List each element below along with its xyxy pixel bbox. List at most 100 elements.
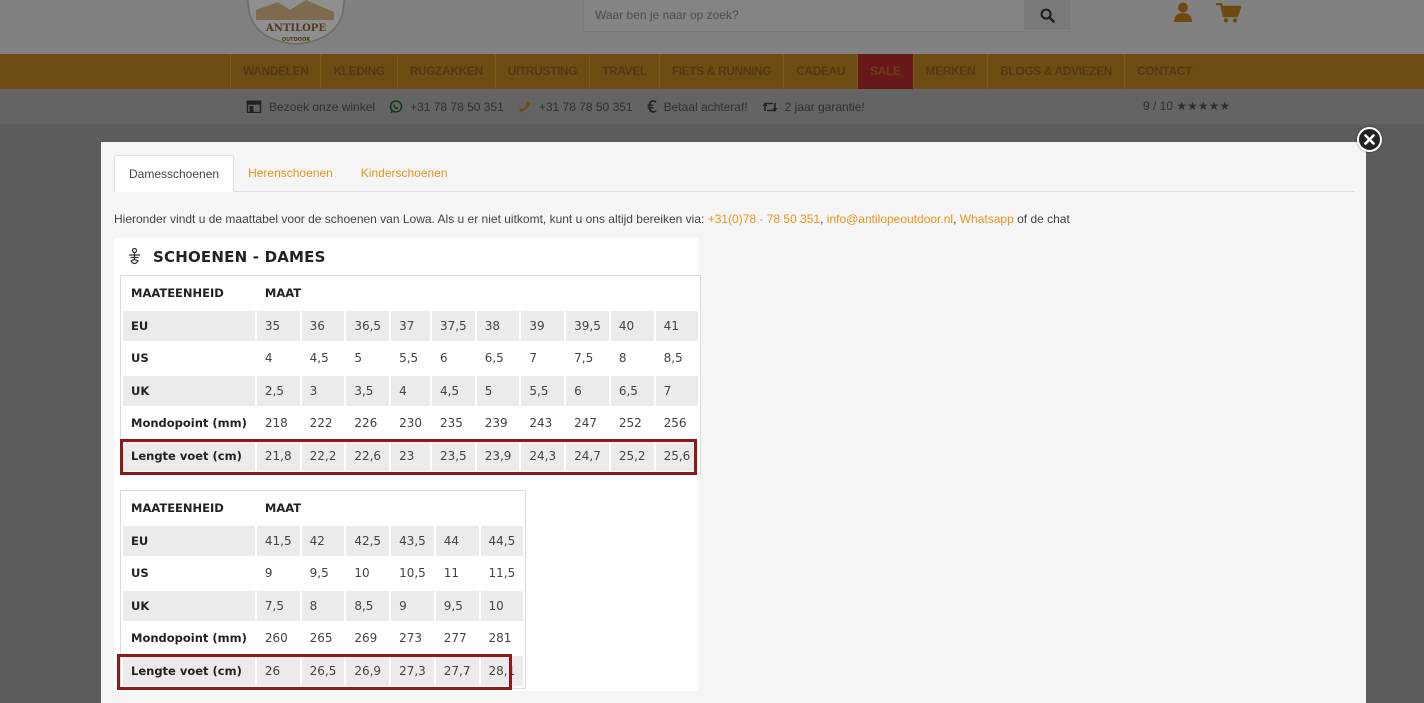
size-cell: 41,5 <box>256 525 300 556</box>
size-cell: 265 <box>309 631 333 646</box>
size-cell: 9,5 <box>435 590 479 621</box>
nav-item-wandelen[interactable]: WANDELEN <box>230 54 320 89</box>
size-cell: 22,6 <box>346 440 390 471</box>
nav-item-contact[interactable]: CONTACT <box>1123 54 1204 89</box>
nav-item-uitrusting[interactable]: UITRUSTING <box>494 54 589 89</box>
table-row-us: US 9 9,5 10 10,5 11 11,5 <box>123 558 523 589</box>
search-input[interactable] <box>584 0 1024 30</box>
size-cell: 27,7 <box>435 655 479 686</box>
size-chart-intro: Hieronder vindt u de maattabel voor de s… <box>114 212 1070 226</box>
nav-item-cadeau[interactable]: CADEAU <box>783 54 857 89</box>
usp-whatsapp-label: +31 78 78 50 351 <box>410 99 504 114</box>
usp-store-label: Bezoek onze winkel <box>269 99 376 114</box>
close-icon <box>1364 134 1375 145</box>
header-unit: MAATEENHEID <box>131 286 224 301</box>
size-cell: 8,5 <box>663 351 683 366</box>
size-cell: 35 <box>256 310 300 341</box>
size-cell: 11,5 <box>488 566 516 581</box>
email-link[interactable]: info@antilopeoutdoor.nl <box>827 212 953 226</box>
section-title-text: SCHOENEN - DAMES <box>153 248 326 266</box>
whatsapp-link[interactable]: Whatsapp <box>960 212 1014 226</box>
size-cell: 28,1 <box>480 655 524 686</box>
size-cell: 277 <box>443 631 467 646</box>
size-cell: 38 <box>476 310 520 341</box>
logo-sub-text: OUTDOOR <box>282 37 310 43</box>
nav-item-blogs-adviezen[interactable]: BLOGS & ADVIEZEN <box>987 54 1124 89</box>
intro-separator-2: , <box>953 212 960 226</box>
size-cell: 10 <box>354 566 370 581</box>
size-table-1: MAATEENHEID MAAT EU 35 36 36,5 37 37,5 3… <box>120 275 702 474</box>
usp-whatsapp[interactable]: +31 78 78 50 351 <box>389 100 504 114</box>
size-cell: 239 <box>484 416 508 431</box>
size-cell: 26,9 <box>346 655 390 686</box>
usp-store[interactable]: Bezoek onze winkel <box>246 100 375 114</box>
phone-link[interactable]: +31(0)78 - 78 50 351 <box>708 212 820 226</box>
intro-tail: of de chat <box>1013 212 1070 226</box>
modal-close-button[interactable] <box>1357 127 1382 152</box>
size-cell: 218 <box>264 416 288 431</box>
size-cell: 5 <box>354 351 362 366</box>
size-cell: 243 <box>529 416 553 431</box>
usp-phone[interactable]: +31 78 78 50 351 <box>518 100 633 114</box>
size-cell: 44 <box>435 525 479 556</box>
size-cell: 7 <box>655 375 699 406</box>
size-table-2: MAATEENHEID MAAT EU 41,5 42 42,5 43,5 44… <box>120 490 527 689</box>
usp-list: Bezoek onze winkel +31 78 78 50 351 +31 … <box>246 89 879 124</box>
size-cell: 21,8 <box>256 440 300 471</box>
table-header-row: MAATEENHEID MAAT <box>123 278 698 309</box>
nav-item-fiets-running[interactable]: FIETS & RUNNING <box>658 54 783 89</box>
nav-item-travel[interactable]: TRAVEL <box>589 54 659 89</box>
shoe-type-tabs: Damesschoenen Herenschoenen Kinderschoen… <box>114 155 1354 192</box>
size-cell: 7 <box>529 351 538 366</box>
size-cell: 9 <box>391 590 434 621</box>
nav-item-merken[interactable]: MERKEN <box>912 54 988 89</box>
main-nav: WANDELEN KLEDING RUGZAKKEN UITRUSTING TR… <box>230 54 1204 89</box>
size-cell: 4,5 <box>309 351 329 366</box>
size-cell: 36,5 <box>346 310 390 341</box>
size-cell: 9 <box>264 566 273 581</box>
tab-herenschoenen[interactable]: Herenschoenen <box>234 155 347 192</box>
search-button[interactable] <box>1024 0 1070 30</box>
nav-item-sale[interactable]: SALE <box>857 54 913 89</box>
usp-phone-label: +31 78 78 50 351 <box>538 99 633 114</box>
size-cell: 222 <box>309 416 333 431</box>
size-cell: 252 <box>618 416 642 431</box>
rating-score[interactable]: 9 / 10 ★★★★★ <box>1143 89 1230 124</box>
size-cell: 269 <box>354 631 378 646</box>
size-cell: 6 <box>566 375 609 406</box>
table-row-mondopoint: Mondopoint (mm) 218 222 226 230 235 239 … <box>123 408 698 439</box>
table-row-us: US 4 4,5 5 5,5 6 6,5 7 7,5 8 8,5 <box>123 343 698 374</box>
size-cell: 281 <box>488 631 512 646</box>
row-label: EU <box>123 310 255 341</box>
size-cell: 36 <box>301 310 345 341</box>
size-cell: 41 <box>655 310 699 341</box>
size-cell: 260 <box>264 631 288 646</box>
euro-icon <box>647 100 657 113</box>
row-label: EU <box>123 525 255 556</box>
intro-separator-1: , <box>820 212 827 226</box>
table-row-foot-length: Lengte voet (cm) 21,8 22,2 22,6 23 23,5 … <box>123 440 699 471</box>
tab-damesschoenen[interactable]: Damesschoenen <box>114 155 235 192</box>
size-cell: 3 <box>301 375 345 406</box>
table-row-uk: UK 7,5 8 8,5 9 9,5 10 <box>123 590 524 621</box>
nav-item-kleding[interactable]: KLEDING <box>320 54 396 89</box>
cart-button[interactable] <box>1216 2 1242 23</box>
size-cell: 40 <box>610 310 654 341</box>
size-cell: 5,5 <box>521 375 565 406</box>
size-cell: 230 <box>399 416 422 431</box>
row-label: Mondopoint (mm) <box>131 416 247 431</box>
section-title: SCHOENEN - DAMES <box>128 246 326 268</box>
size-cell: 8 <box>618 351 627 366</box>
site-logo[interactable]: ANTILOPE OUTDOOR <box>244 0 348 46</box>
account-button[interactable] <box>1174 2 1192 22</box>
intro-text: Hieronder vindt u de maattabel voor de s… <box>114 212 708 226</box>
nav-item-rugzakken[interactable]: RUGZAKKEN <box>396 54 495 89</box>
size-cell: 23 <box>391 440 430 471</box>
tab-kinderschoenen[interactable]: Kinderschoenen <box>347 155 462 192</box>
size-cell: 4 <box>391 375 430 406</box>
size-cell: 44,5 <box>480 525 524 556</box>
size-cell: 6 <box>439 351 448 366</box>
usp-warranty: 2 jaar garantie! <box>762 100 865 114</box>
row-label: US <box>131 351 149 366</box>
phone-icon <box>518 100 531 112</box>
